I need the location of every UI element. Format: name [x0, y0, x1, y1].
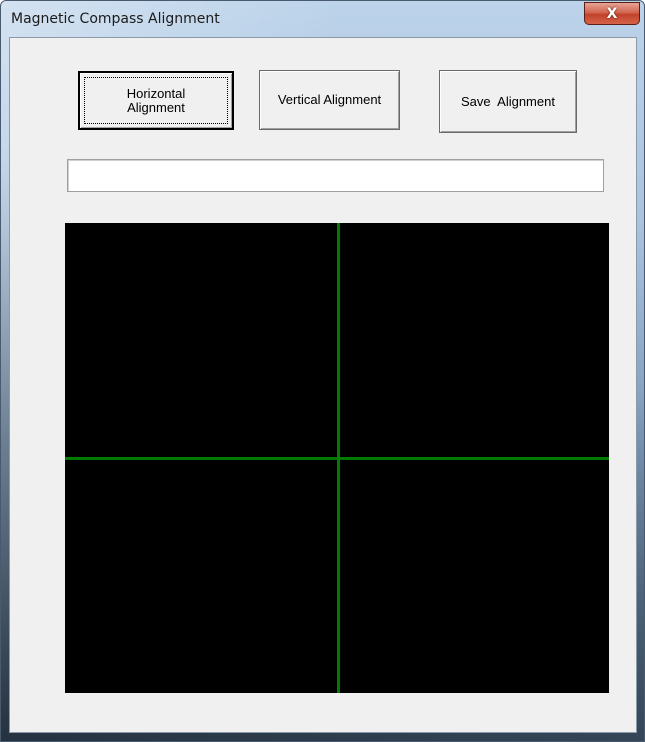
alignment-display: [65, 223, 609, 693]
dialog-client-area: Horizontal Alignment Vertical Alignment …: [9, 37, 637, 733]
vertical-alignment-button[interactable]: Vertical Alignment: [259, 70, 400, 130]
close-icon: X: [606, 6, 618, 22]
save-alignment-button[interactable]: Save Alignment: [439, 70, 577, 133]
close-button[interactable]: X: [584, 2, 640, 25]
vertical-alignment-label: Vertical Alignment: [277, 92, 382, 107]
horizontal-alignment-button[interactable]: Horizontal Alignment: [78, 71, 234, 130]
status-text-field[interactable]: [67, 159, 604, 192]
focus-rectangle: [84, 77, 228, 124]
crosshair-horizontal-line: [65, 457, 609, 460]
save-alignment-label: Save Alignment: [461, 93, 555, 109]
title-bar[interactable]: Magnetic Compass Alignment X: [1, 1, 644, 37]
dialog-window: Magnetic Compass Alignment X Horizontal …: [0, 0, 645, 742]
window-title: Magnetic Compass Alignment: [11, 11, 220, 27]
